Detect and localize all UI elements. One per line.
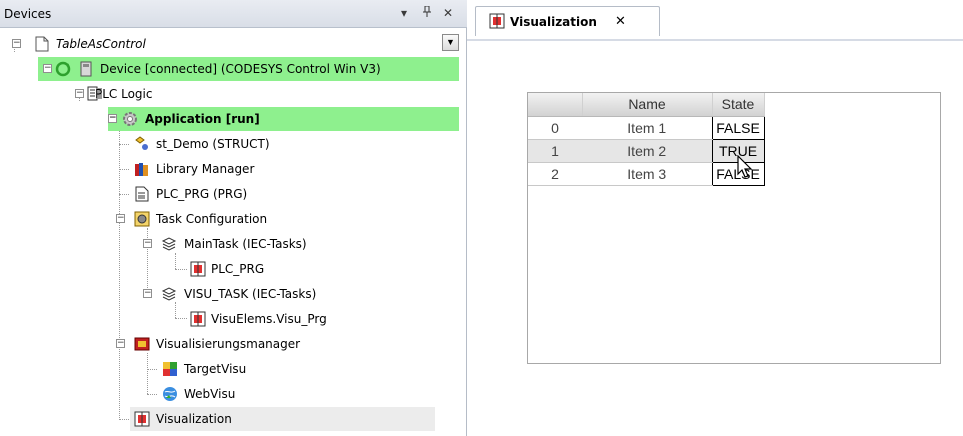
table-header-index — [528, 93, 583, 117]
task-stack-icon — [161, 286, 177, 302]
task-stack-icon — [161, 236, 177, 252]
row-name: Item 3 — [582, 162, 712, 186]
tree-item-visu-task-call[interactable]: VisuElems.Visu_Prg — [190, 307, 430, 331]
tree-item-visu-manager[interactable]: − Visualisierungsmanager — [116, 332, 416, 356]
task-config-icon — [134, 211, 150, 227]
application-gear-icon — [122, 111, 138, 127]
tree-item-target-visu[interactable]: TargetVisu — [162, 357, 362, 381]
library-books-icon — [134, 161, 150, 177]
tree-dropdown-button[interactable]: ▼ — [442, 34, 459, 51]
tree-item-plc-prg[interactable]: PLC_PRG (PRG) — [130, 182, 430, 206]
tree-item-label: Task Configuration — [156, 212, 268, 226]
tree-item-visualization[interactable]: Visualization — [130, 407, 435, 431]
tree-item-label: WebVisu — [184, 387, 236, 401]
devices-panel-title: Devices — [4, 7, 52, 21]
table-header-state: State — [712, 93, 765, 117]
collapse-icon[interactable]: − — [116, 214, 125, 223]
visu-manager-icon — [134, 336, 150, 352]
device-icon — [78, 61, 94, 77]
tree-item-label: PLC_PRG (PRG) — [156, 187, 248, 201]
collapse-icon[interactable]: − — [43, 64, 52, 73]
tree-item-project[interactable]: − TableAsControl — [8, 32, 428, 56]
table-row[interactable]: 2 Item 3 FALSE — [528, 161, 765, 186]
row-name: Item 2 — [582, 139, 712, 163]
tree-item-label: TargetVisu — [184, 362, 247, 376]
tree-item-library-manager[interactable]: Library Manager — [130, 157, 430, 181]
project-file-icon — [34, 36, 50, 52]
tree-item-plc-logic[interactable]: − PLC Logic — [70, 82, 370, 106]
tree-item-visu-task[interactable]: − VISU_TASK (IEC-Tasks) — [143, 282, 443, 306]
program-call-icon — [190, 261, 206, 277]
table-header-row: Name State — [528, 93, 765, 117]
collapse-icon[interactable]: − — [75, 89, 84, 98]
tree-item-label: PLC_PRG — [211, 262, 265, 276]
tree-item-st-demo[interactable]: st_Demo (STRUCT) — [130, 132, 430, 156]
collapse-icon[interactable]: − — [12, 39, 21, 48]
editor-tabstrip: Visualization ✕ — [467, 0, 963, 41]
table-row[interactable]: 0 Item 1 FALSE — [528, 115, 765, 140]
tree-item-application[interactable]: − Application [run] — [108, 107, 459, 131]
program-call-icon — [190, 311, 206, 327]
tree-item-label: TableAsControl — [56, 37, 146, 51]
struct-icon — [134, 136, 150, 152]
devices-panel-header: Devices ▾ ✕ — [0, 0, 467, 28]
tree-item-label: Visualization — [156, 412, 232, 426]
row-index: 2 — [528, 162, 582, 186]
tree-item-label: Device [connected] (CODESYS Control Win … — [100, 62, 381, 76]
collapse-icon[interactable]: − — [116, 339, 125, 348]
mouse-cursor-icon — [737, 154, 753, 182]
tree-item-device[interactable]: − Device [connected] (CODESYS Control Wi… — [38, 57, 459, 81]
collapse-icon[interactable]: − — [143, 239, 152, 248]
row-name: Item 1 — [582, 116, 712, 140]
row-index: 1 — [528, 139, 582, 163]
tab-label: Visualization — [510, 15, 597, 29]
tree-item-main-task-call[interactable]: PLC_PRG — [190, 257, 390, 281]
table-header-name: Name — [582, 93, 713, 117]
collapse-icon[interactable]: − — [143, 289, 152, 298]
tree-item-web-visu[interactable]: WebVisu — [162, 382, 362, 406]
row-state-toggle[interactable]: FALSE — [711, 115, 765, 140]
table-row[interactable]: 1 Item 2 TRUE — [528, 138, 765, 163]
tree-item-label: st_Demo (STRUCT) — [156, 137, 270, 151]
table-control[interactable]: Name State 0 Item 1 FALSE 1 Item 2 TRUE … — [528, 93, 765, 186]
visualization-icon — [134, 411, 150, 427]
tree-item-label: Library Manager — [156, 162, 255, 176]
collapse-icon[interactable]: − — [108, 114, 117, 123]
tree-item-label: PLC Logic — [95, 87, 153, 101]
row-index: 0 — [528, 116, 582, 140]
tab-visualization[interactable]: Visualization ✕ — [475, 6, 660, 36]
tree-item-task-configuration[interactable]: − Task Configuration — [116, 207, 416, 231]
tree-item-label: Visualisierungsmanager — [156, 337, 301, 351]
tree-item-label: Application [run] — [145, 112, 260, 126]
tree-item-label: VisuElems.Visu_Prg — [211, 312, 327, 326]
target-visu-icon — [162, 361, 178, 377]
tree-item-label: VISU_TASK (IEC-Tasks) — [184, 287, 317, 301]
connected-sync-icon — [55, 61, 71, 77]
visualization-icon — [489, 13, 505, 29]
tree-item-main-task[interactable]: − MainTask (IEC-Tasks) — [143, 232, 443, 256]
panel-dropdown-icon[interactable]: ▾ — [401, 6, 407, 20]
panel-close-icon[interactable]: ✕ — [443, 6, 453, 20]
tab-close-icon[interactable]: ✕ — [615, 14, 626, 29]
tree-item-label: MainTask (IEC-Tasks) — [184, 237, 307, 251]
program-file-icon — [134, 186, 150, 202]
pin-icon[interactable] — [422, 5, 432, 21]
web-globe-icon — [162, 386, 178, 402]
